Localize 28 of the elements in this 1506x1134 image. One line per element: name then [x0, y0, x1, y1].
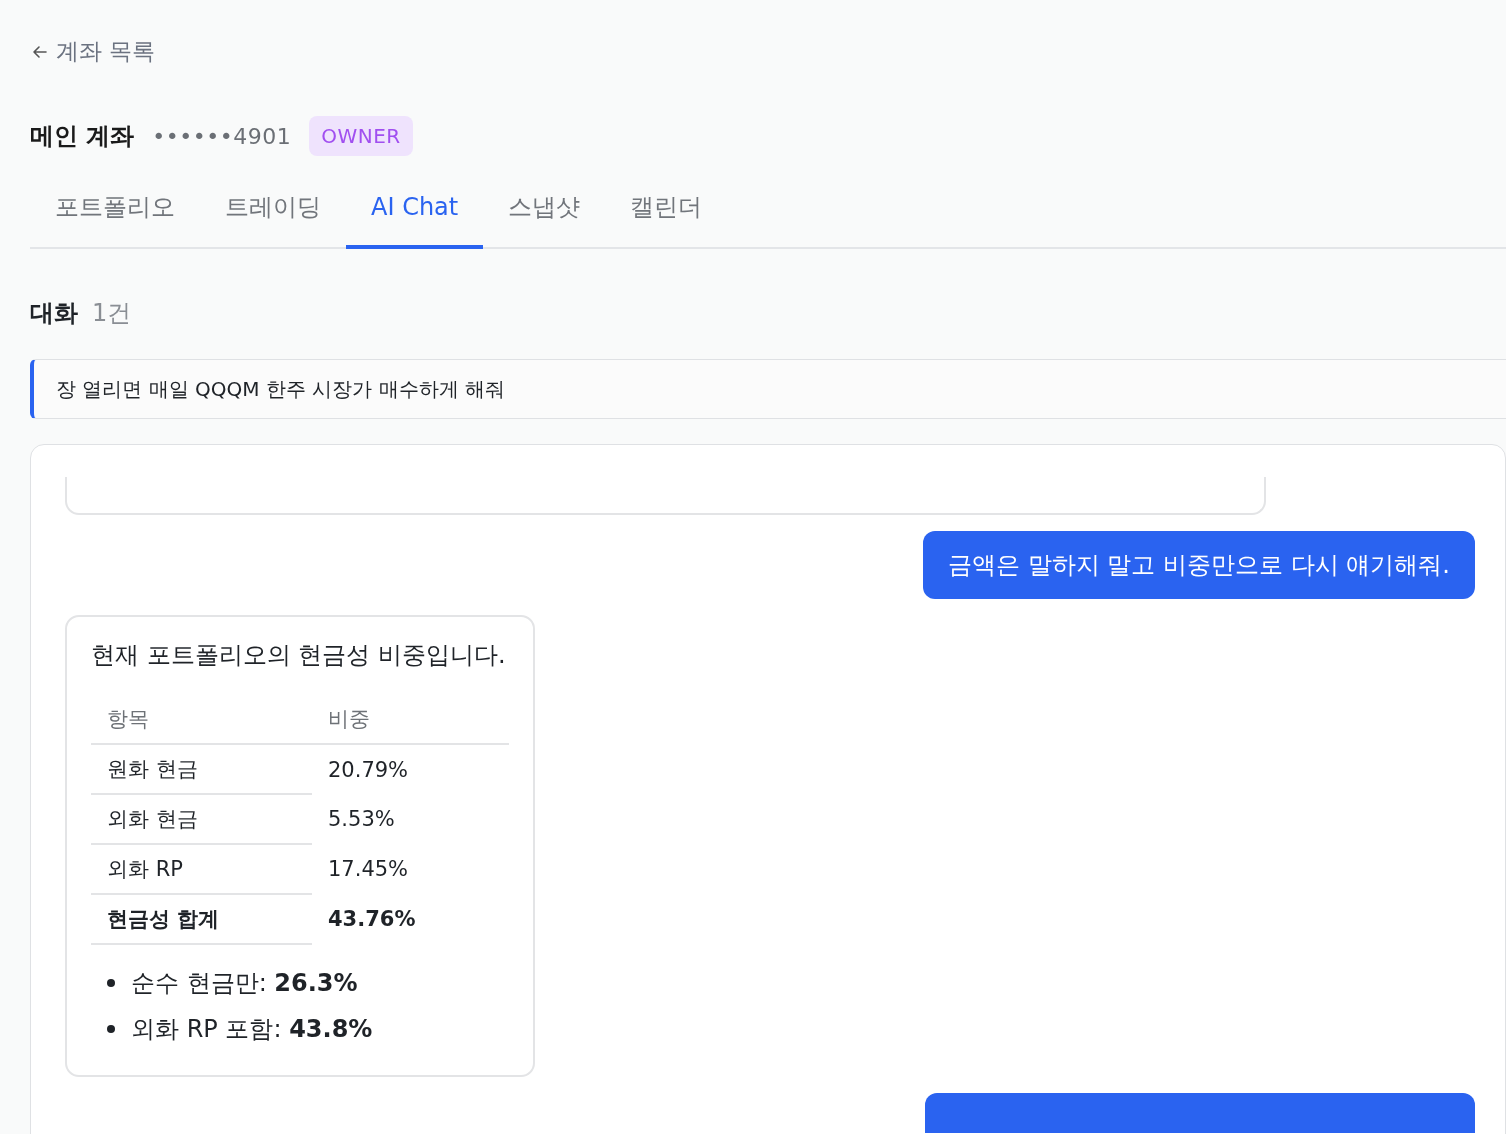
- role-badge: OWNER: [309, 116, 413, 156]
- account-number: ••••••4901: [152, 123, 292, 149]
- bullet-icon: [107, 979, 115, 987]
- table-cell: 20.79%: [312, 744, 509, 794]
- table-cell: 외화 RP: [91, 844, 312, 894]
- column-header: 항목: [91, 695, 312, 744]
- section-title: 대화: [30, 298, 78, 329]
- back-link[interactable]: 계좌 목록: [30, 36, 156, 67]
- tab[interactable]: 포트폴리오: [30, 173, 200, 249]
- account-name: 메인 계좌: [30, 121, 135, 152]
- table-cell: 5.53%: [312, 794, 509, 844]
- tab[interactable]: 스냅샷: [483, 173, 606, 249]
- conversation-count: 1건: [92, 298, 132, 329]
- tab[interactable]: 캘린더: [605, 173, 728, 249]
- user-message: 금액은 말하지 말고 비중만으로 다시 얘기해줘.: [923, 531, 1475, 599]
- column-header: 비중: [312, 695, 509, 744]
- bullet-text: 외화 RP 포함: 43.8%: [131, 1014, 373, 1045]
- table-cell: 현금성 합계: [91, 894, 312, 944]
- bullet-text: 순수 현금만: 26.3%: [131, 968, 358, 999]
- tab[interactable]: AI Chat: [346, 173, 484, 249]
- table-cell: 43.76%: [312, 894, 509, 944]
- bullet-icon: [107, 1025, 115, 1033]
- table-cell: 원화 현금: [91, 744, 312, 794]
- message-text: 현재 포트폴리오의 현금성 비중입니다.: [91, 640, 507, 671]
- tab[interactable]: 트레이딩: [200, 173, 346, 249]
- conversation-item[interactable]: 장 열리면 매일 QQQM 한주 시장가 매수하게 해줘: [30, 359, 1506, 419]
- table-cell: 17.45%: [312, 844, 509, 894]
- table-cell: 외화 현금: [91, 794, 312, 844]
